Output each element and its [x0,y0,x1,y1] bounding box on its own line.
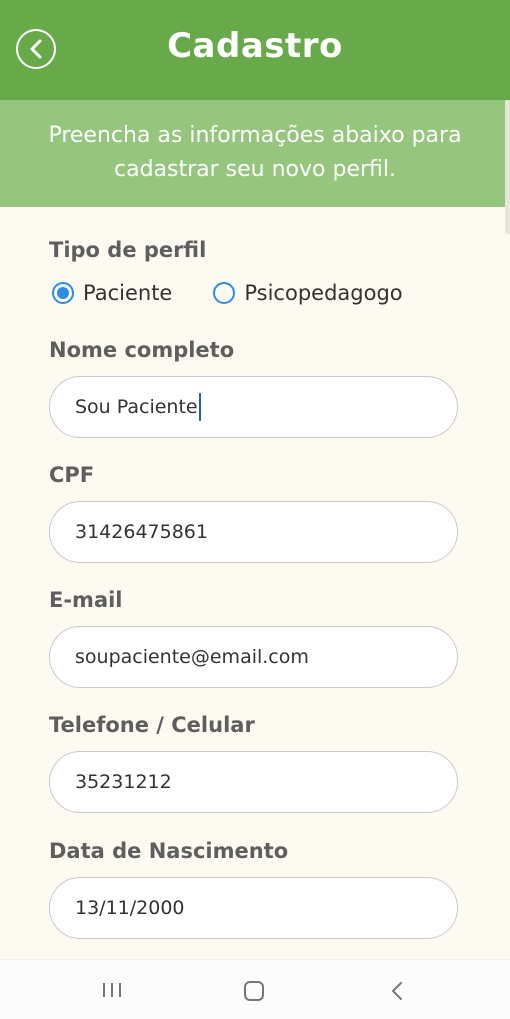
instructions-line-2: cadastrar seu novo perfil. [114,157,396,182]
email-input[interactable]: soupaciente@email.com [49,626,458,688]
full-name-value: Sou Paciente [75,396,198,418]
email-value: soupaciente@email.com [75,646,309,668]
scrollbar[interactable] [505,100,510,234]
recent-apps-icon[interactable] [101,980,123,1000]
text-cursor [198,393,201,421]
cpf-label: CPF [49,463,95,487]
birth-date-value: 13/11/2000 [75,897,185,919]
home-icon[interactable] [243,980,265,1002]
full-name-input[interactable]: Sou Paciente [49,376,458,438]
instructions-line-1: Preencha as informações abaixo para [48,123,462,148]
back-icon[interactable] [389,980,405,1002]
full-name-label: Nome completo [49,338,235,362]
phone-label: Telefone / Celular [49,713,255,737]
app-header: Cadastro [0,0,510,100]
birth-date-label: Data de Nascimento [49,839,289,863]
radio-unselected-icon[interactable] [213,282,236,304]
system-navigation-bar [0,959,510,1019]
profile-type-label: Tipo de perfil [49,238,207,262]
cpf-input[interactable]: 31426475861 [49,501,458,563]
profile-type-radio-group: Paciente Psicopedagogo [49,281,441,305]
cpf-value: 31426475861 [75,521,208,543]
radio-option-paciente[interactable]: Paciente [49,281,172,305]
instructions-banner: Preencha as informações abaixo para cada… [0,100,510,207]
radio-label-paciente: Paciente [83,281,173,305]
radio-label-psicopedagogo: Psicopedagogo [244,281,403,305]
birth-date-input[interactable]: 13/11/2000 [49,877,458,939]
page-title: Cadastro [167,26,343,66]
email-label: E-mail [49,588,123,612]
radio-selected-icon[interactable] [52,282,74,304]
radio-option-psicopedagogo[interactable]: Psicopedagogo [210,281,403,305]
phone-value: 35231212 [75,771,172,793]
phone-input[interactable]: 35231212 [49,751,458,813]
